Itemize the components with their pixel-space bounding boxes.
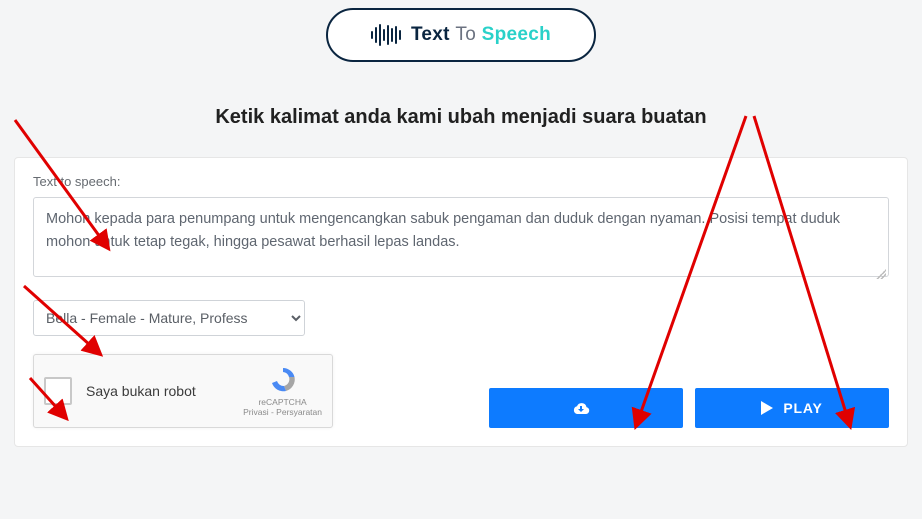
play-button[interactable]: PLAY bbox=[695, 388, 889, 428]
recaptcha-brand-text: reCAPTCHA bbox=[243, 397, 322, 407]
recaptcha-branding: reCAPTCHA Privasi - Persyaratan bbox=[243, 365, 322, 417]
textarea-label: Text to speech: bbox=[33, 174, 889, 189]
play-icon bbox=[761, 401, 773, 415]
recaptcha-label: Saya bukan robot bbox=[86, 383, 196, 399]
resize-grip-icon[interactable] bbox=[876, 269, 886, 279]
tts-card: Text to speech: Bella - Female - Mature,… bbox=[14, 157, 908, 447]
page-headline: Ketik kalimat anda kami ubah menjadi sua… bbox=[0, 106, 922, 129]
voice-select[interactable]: Bella - Female - Mature, Profess bbox=[33, 300, 305, 336]
app-logo: Text To Speech bbox=[326, 8, 596, 62]
download-button[interactable] bbox=[489, 388, 683, 428]
soundwave-icon bbox=[371, 23, 401, 47]
cloud-download-icon bbox=[572, 401, 590, 415]
recaptcha-checkbox[interactable] bbox=[44, 377, 72, 405]
tts-textarea[interactable] bbox=[33, 197, 889, 277]
recaptcha-icon bbox=[268, 365, 298, 395]
action-row: PLAY bbox=[489, 388, 889, 428]
recaptcha-links[interactable]: Privasi - Persyaratan bbox=[243, 407, 322, 417]
logo-text: Text To Speech bbox=[411, 24, 551, 46]
recaptcha-widget: Saya bukan robot reCAPTCHA Privasi - Per… bbox=[33, 354, 333, 428]
